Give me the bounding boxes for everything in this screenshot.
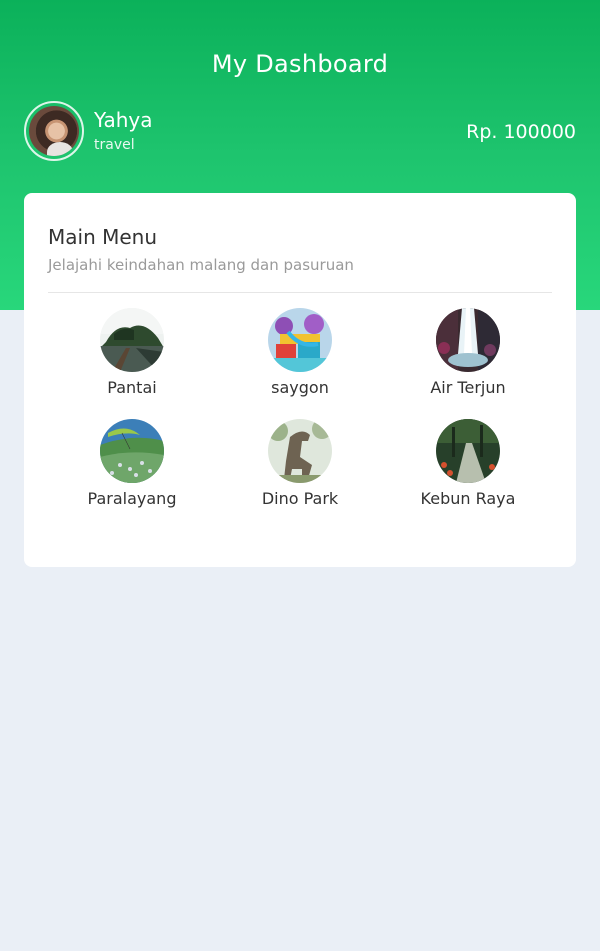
page-title: My Dashboard [211,50,389,78]
divider [48,292,552,293]
user-name: Yahya [94,108,153,132]
menu-item-pantai[interactable]: Pantai [48,308,216,397]
menu-item-air-terjun[interactable]: Air Terjun [384,308,552,397]
paragliding-photo-icon [100,419,164,483]
menu-item-paralayang[interactable]: Paralayang [48,419,216,508]
menu-item-saygon[interactable]: saygon [216,308,384,397]
menu-item-label: Kebun Raya [420,489,516,508]
user-avatar[interactable] [24,101,84,161]
waterpark-photo-icon [268,308,332,372]
menu-item-label: Pantai [107,378,157,397]
beach-photo-icon [100,308,164,372]
menu-item-label: saygon [271,378,329,397]
menu-item-kebun-raya[interactable]: Kebun Raya [384,419,552,508]
menu-item-label: Air Terjun [430,378,506,397]
dinosaur-photo-icon [268,419,332,483]
main-menu-card: Main Menu Jelajahi keindahan malang dan … [24,193,576,567]
menu-grid: Pantai saygon Air Terjun Paralayang Dino… [48,308,552,508]
garden-photo-icon [436,419,500,483]
menu-item-label: Dino Park [261,489,339,508]
avatar-photo-icon [29,106,79,156]
user-role: travel [94,137,135,153]
menu-subtitle: Jelajahi keindahan malang dan pasuruan [48,256,354,274]
menu-title: Main Menu [48,225,158,249]
balance-amount: Rp. 100000 [466,121,576,143]
menu-item-dino-park[interactable]: Dino Park [216,419,384,508]
menu-item-label: Paralayang [87,489,177,508]
waterfall-photo-icon [436,308,500,372]
